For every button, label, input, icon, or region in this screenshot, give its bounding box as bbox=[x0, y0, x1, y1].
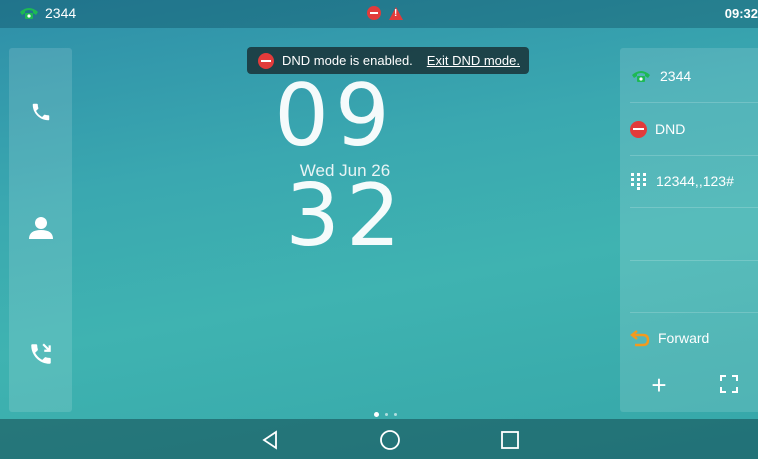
call-history-icon bbox=[30, 343, 51, 364]
sidebar-item-phone[interactable] bbox=[9, 92, 72, 132]
sidebar-item-call-history[interactable] bbox=[9, 334, 72, 374]
dsskey-line[interactable]: 2344 bbox=[630, 50, 758, 103]
left-sidebar bbox=[9, 48, 72, 412]
status-time: 09:32 bbox=[724, 6, 758, 21]
expand-button[interactable] bbox=[720, 375, 740, 395]
clock-hours: 09 bbox=[274, 66, 396, 166]
dsskey-label: DND bbox=[655, 121, 686, 137]
add-dsskey-button[interactable]: + bbox=[644, 370, 674, 400]
page-indicator bbox=[374, 412, 397, 417]
contacts-icon bbox=[28, 217, 53, 239]
phone-icon bbox=[32, 103, 49, 121]
status-line[interactable]: 2344 bbox=[18, 5, 76, 21]
navigation-bar bbox=[0, 419, 758, 459]
dsskey-label: Forward bbox=[658, 330, 710, 346]
dsskey-empty[interactable] bbox=[630, 260, 758, 313]
dnd-icon bbox=[630, 120, 647, 138]
clock-minutes: 32 bbox=[285, 166, 407, 266]
dialpad-icon bbox=[631, 173, 646, 190]
dsskey-panel: 2344 DND 12344,,123# Forward + bbox=[620, 48, 758, 412]
back-icon bbox=[262, 430, 277, 450]
dnd-icon bbox=[367, 6, 381, 20]
dsskey-label: 12344,,123# bbox=[656, 173, 734, 189]
page-dot bbox=[394, 413, 397, 416]
home-button[interactable] bbox=[378, 428, 402, 452]
dsskey-label: 2344 bbox=[660, 68, 692, 84]
page-dot bbox=[374, 412, 379, 417]
recents-button[interactable] bbox=[498, 428, 522, 452]
dsskey-speed-dial[interactable]: 12344,,123# bbox=[630, 155, 758, 208]
home-icon bbox=[380, 430, 400, 450]
back-button[interactable] bbox=[258, 428, 282, 452]
expand-icon bbox=[720, 375, 738, 393]
status-line-label: 2344 bbox=[45, 5, 77, 21]
status-icons bbox=[367, 6, 403, 20]
dsskey-empty[interactable] bbox=[630, 208, 758, 261]
date-label: Wed Jun 26 bbox=[299, 161, 391, 180]
sidebar-item-contacts[interactable] bbox=[9, 208, 72, 248]
page-dot bbox=[385, 413, 388, 416]
phone-icon bbox=[632, 71, 650, 82]
warning-icon bbox=[389, 6, 403, 20]
status-bar: 2344 09:32 bbox=[0, 0, 758, 28]
phone-icon bbox=[20, 8, 38, 19]
dsskey-forward[interactable]: Forward bbox=[630, 312, 758, 364]
recents-icon bbox=[501, 431, 519, 449]
dsskey-dnd[interactable]: DND bbox=[630, 103, 758, 156]
forward-icon bbox=[630, 330, 650, 347]
